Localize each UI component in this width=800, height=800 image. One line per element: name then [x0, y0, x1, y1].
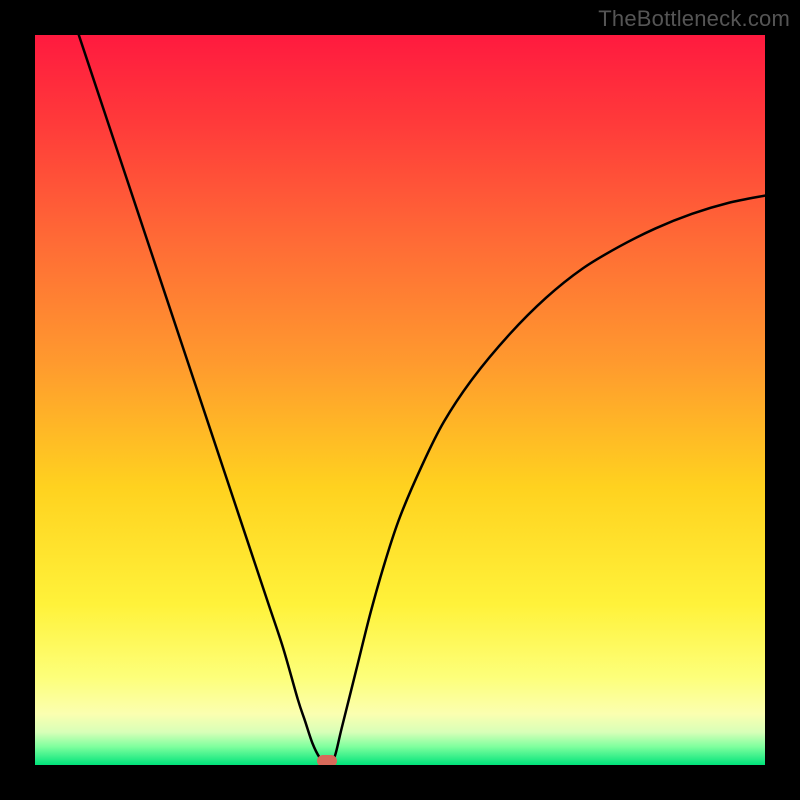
optimal-point-marker	[317, 755, 337, 765]
watermark-text: TheBottleneck.com	[598, 6, 790, 32]
plot-area	[35, 35, 765, 765]
bottleneck-curve	[35, 35, 765, 765]
chart-frame: TheBottleneck.com	[0, 0, 800, 800]
